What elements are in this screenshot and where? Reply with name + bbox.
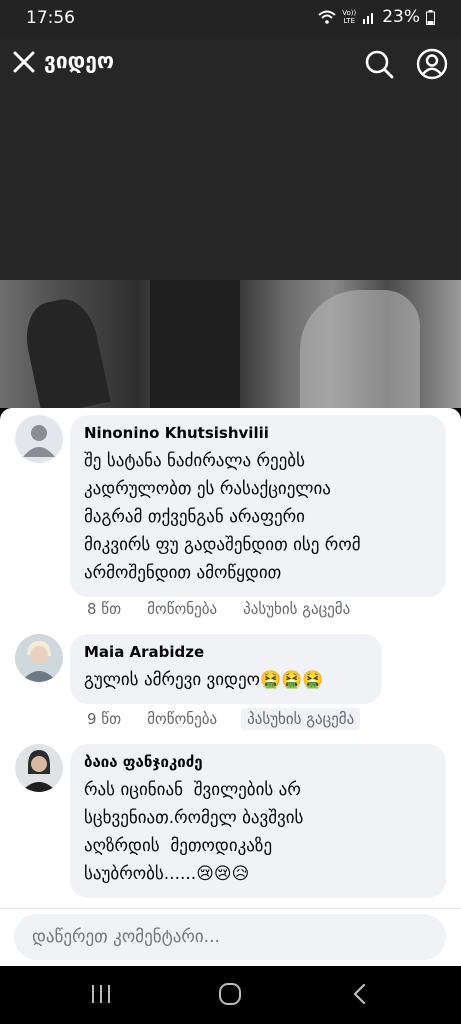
reply-button[interactable]: პასუხის გაცემა <box>241 598 352 620</box>
comment-actions: 8 წთ მოწონება პასუხის გაცემა <box>85 598 352 620</box>
close-icon[interactable] <box>10 48 38 76</box>
like-button[interactable]: მოწონება <box>145 598 219 620</box>
default-avatar-icon <box>15 415 63 463</box>
comment-bubble[interactable]: Maia Arabidze გულის ამრევი ვიდეო🤮🤮🤮 <box>70 634 382 704</box>
comment-time: 9 წთ <box>87 710 122 728</box>
page-title: ვიდეო <box>44 49 114 73</box>
status-bar: 17:56 Vo)) LTE 23% <box>0 0 461 36</box>
comment-text: შე სატანა ნაძირალა რეებს კადრულობთ ეს რა… <box>84 451 361 583</box>
wifi-icon <box>318 10 336 24</box>
comment-author[interactable]: Maia Arabidze <box>84 642 368 662</box>
system-nav-bar <box>0 966 461 1024</box>
reply-button[interactable]: პასუხის გაცემა <box>241 708 361 730</box>
user-photo-avatar <box>15 634 63 682</box>
comment-composer <box>0 908 461 966</box>
profile-icon[interactable] <box>416 48 448 80</box>
back-icon[interactable] <box>350 982 370 1006</box>
comment-input[interactable] <box>14 914 446 960</box>
battery-icon <box>426 9 435 25</box>
video-frame-figure <box>19 293 111 408</box>
comment-actions: 9 წთ მოწონება პასუხის გაცემა <box>85 708 361 730</box>
volte-bottom: LTE <box>343 17 356 25</box>
search-icon[interactable] <box>363 48 395 80</box>
signal-icon <box>363 13 374 24</box>
avatar[interactable] <box>15 634 63 682</box>
battery-percent: 23% <box>382 7 420 27</box>
status-time: 17:56 <box>26 8 75 28</box>
comments-panel: Ninonino Khutsishvilii შე სატანა ნაძირალ… <box>0 408 461 908</box>
comment-bubble[interactable]: ბაია ფანჯიკიძე რას იცინიან შვილების არ ს… <box>70 744 446 898</box>
avatar[interactable] <box>15 744 63 792</box>
comment-text: რას იცინიან შვილების არ სცხვენიათ.რომელ … <box>84 780 304 884</box>
avatar[interactable] <box>15 415 63 463</box>
video-frame-figure <box>150 280 240 408</box>
video-frame[interactable] <box>0 280 461 408</box>
home-icon[interactable] <box>218 982 242 1006</box>
video-frame-figure <box>300 290 420 408</box>
comment-time: 8 წთ <box>87 600 122 618</box>
video-player[interactable]: ვიდეო <box>0 36 461 408</box>
volte-top: Vo)) <box>342 9 357 17</box>
like-button[interactable]: მოწონება <box>145 708 219 730</box>
comment-author[interactable]: Ninonino Khutsishvilii <box>84 423 432 443</box>
comment-bubble[interactable]: Ninonino Khutsishvilii შე სატანა ნაძირალ… <box>70 415 446 597</box>
comment-text: გულის ამრევი ვიდეო🤮🤮🤮 <box>84 670 324 690</box>
user-photo-avatar <box>15 744 63 792</box>
video-topbar: ვიდეო <box>0 36 461 92</box>
comment-author[interactable]: ბაია ფანჯიკიძე <box>84 752 432 772</box>
volte-indicator: Vo)) LTE <box>342 9 356 25</box>
status-indicators: Vo)) LTE 23% <box>318 7 435 27</box>
recent-apps-icon[interactable] <box>90 983 112 1005</box>
